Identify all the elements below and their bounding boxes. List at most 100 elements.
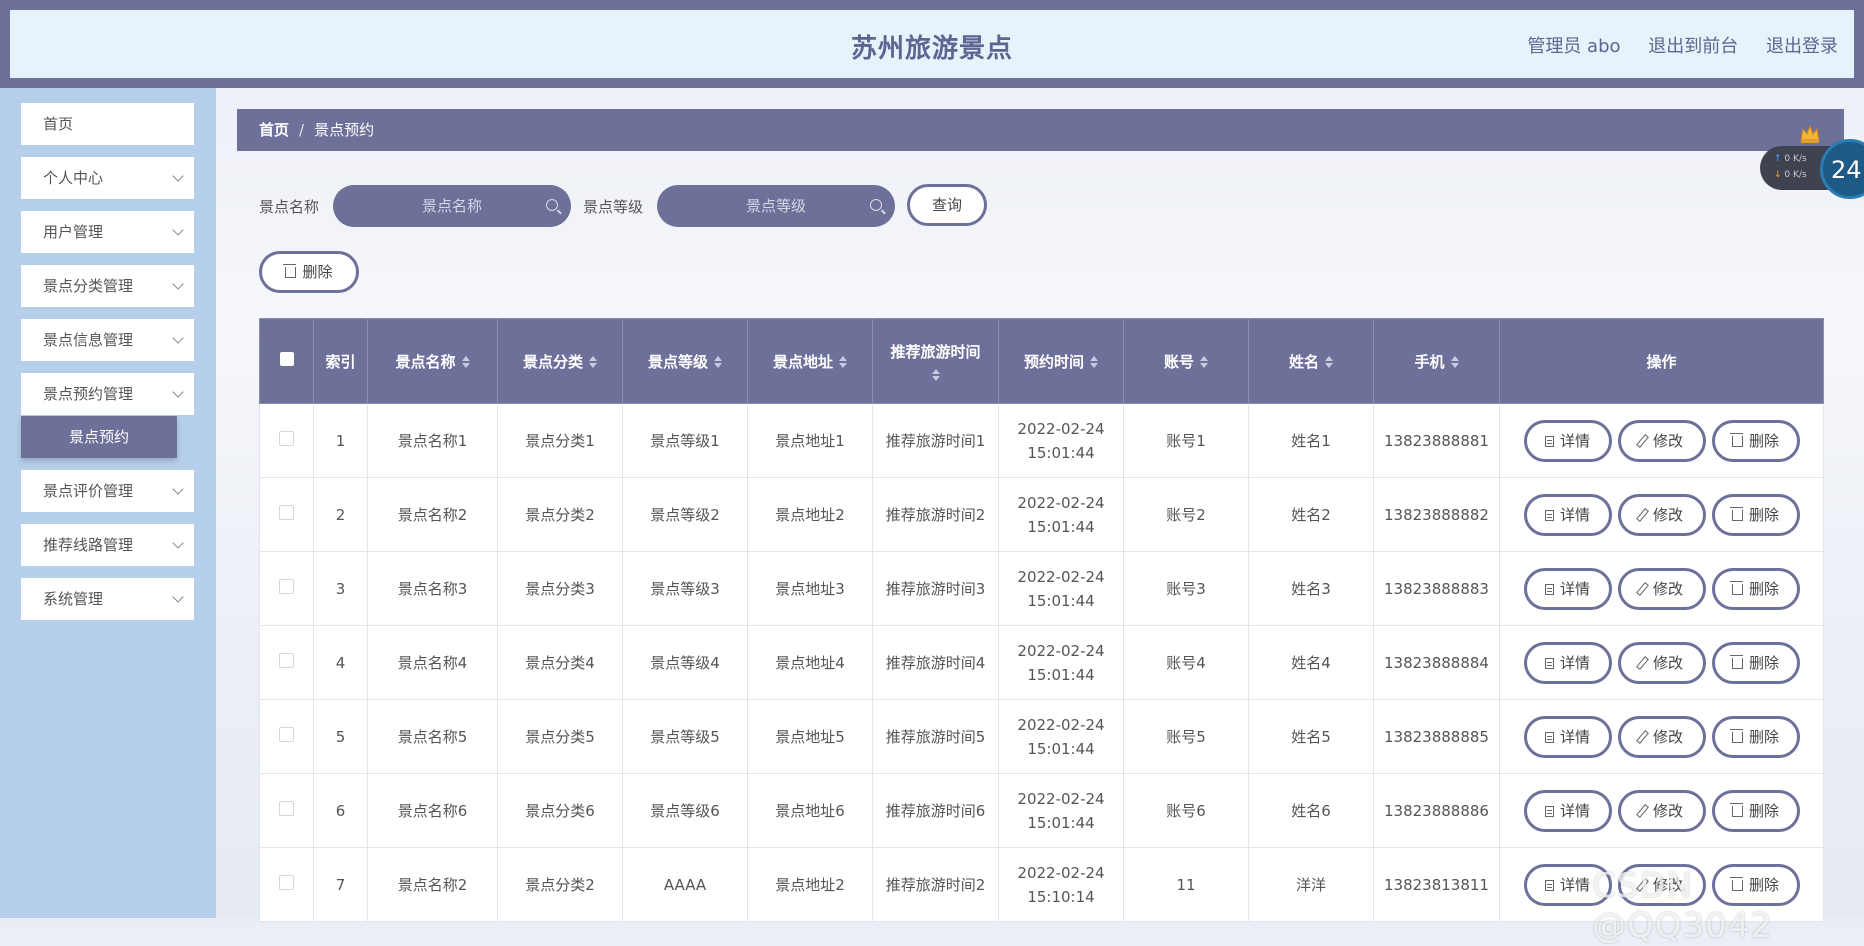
edit-button[interactable]: 修改 bbox=[1617, 789, 1706, 832]
sidebar-item-category-management[interactable]: 景点分类管理 bbox=[21, 265, 194, 307]
cell-level: 景点等级4 bbox=[622, 625, 748, 700]
level-search-input[interactable] bbox=[657, 185, 895, 227]
edit-icon bbox=[1636, 433, 1649, 448]
select-all-cell[interactable] bbox=[259, 318, 314, 404]
edit-button[interactable]: 修改 bbox=[1617, 641, 1706, 684]
sidebar-item-info-management[interactable]: 景点信息管理 bbox=[21, 319, 194, 361]
chevron-down-icon bbox=[172, 591, 184, 603]
cell-category: 景点分类5 bbox=[497, 699, 623, 774]
breadcrumb-home[interactable]: 首页 bbox=[259, 121, 289, 139]
edit-button[interactable]: 修改 bbox=[1617, 567, 1706, 610]
chevron-down-icon bbox=[172, 224, 184, 236]
header-booking-time[interactable]: 预约时间 bbox=[998, 318, 1124, 404]
row-checkbox[interactable] bbox=[279, 874, 294, 890]
bulk-delete-button[interactable]: 删除 bbox=[259, 251, 359, 293]
sort-icon[interactable] bbox=[714, 356, 722, 368]
table-header-row: 索引 景点名称 景点分类 景点等级 景点地址 推荐旅游时间 预约时间 账号 姓名… bbox=[259, 318, 1824, 404]
row-select-cell[interactable] bbox=[259, 551, 314, 626]
edit-icon bbox=[1636, 803, 1649, 818]
chevron-down-icon bbox=[172, 278, 184, 290]
breadcrumb-current: 景点预约 bbox=[314, 121, 375, 139]
sort-icon[interactable] bbox=[1450, 356, 1459, 368]
header-name[interactable]: 景点名称 bbox=[367, 318, 498, 404]
edit-button[interactable]: 修改 bbox=[1617, 419, 1706, 462]
sidebar-item-route-management[interactable]: 推荐线路管理 bbox=[21, 524, 194, 566]
sidebar: 首页 个人中心 用户管理 景点分类管理 景点信息管理 景点预约管理 景点预约 景… bbox=[0, 88, 216, 918]
edit-button[interactable]: 修改 bbox=[1617, 715, 1706, 758]
row-select-cell[interactable] bbox=[259, 477, 314, 552]
detail-button[interactable]: 详情 bbox=[1523, 789, 1612, 832]
cell-level: 景点等级2 bbox=[622, 477, 748, 552]
back-to-front-link[interactable]: 退出到前台 bbox=[1648, 36, 1738, 57]
sort-icon[interactable] bbox=[839, 356, 847, 368]
row-checkbox[interactable] bbox=[279, 430, 294, 446]
sidebar-item-label: 系统管理 bbox=[43, 590, 104, 608]
row-select-cell[interactable] bbox=[259, 403, 314, 478]
sort-icon[interactable] bbox=[931, 368, 940, 381]
select-all-checkbox[interactable] bbox=[279, 352, 294, 366]
booking-table: 索引 景点名称 景点分类 景点等级 景点地址 推荐旅游时间 预约时间 账号 姓名… bbox=[259, 318, 1824, 922]
sort-icon[interactable] bbox=[1090, 356, 1098, 368]
document-icon bbox=[1544, 879, 1554, 891]
cell-person: 洋洋 bbox=[1248, 847, 1374, 922]
header-name-label: 景点名称 bbox=[395, 352, 456, 371]
detail-button[interactable]: 详情 bbox=[1523, 641, 1612, 684]
detail-button[interactable]: 详情 bbox=[1523, 715, 1612, 758]
header-level[interactable]: 景点等级 bbox=[622, 318, 748, 404]
delete-button[interactable]: 删除 bbox=[1711, 493, 1800, 536]
row-checkbox[interactable] bbox=[279, 800, 294, 816]
sidebar-item-home[interactable]: 首页 bbox=[21, 103, 194, 145]
detail-button-label: 详情 bbox=[1559, 728, 1590, 746]
cell-booking-time: 2022-02-24 15:01:44 bbox=[998, 477, 1124, 552]
detail-button[interactable]: 详情 bbox=[1523, 493, 1612, 536]
header-address[interactable]: 景点地址 bbox=[747, 318, 873, 404]
delete-button[interactable]: 删除 bbox=[1711, 567, 1800, 610]
row-select-cell[interactable] bbox=[259, 699, 314, 774]
row-actions: 详情 修改 删除 bbox=[1499, 551, 1824, 626]
detail-button[interactable]: 详情 bbox=[1523, 419, 1612, 462]
chevron-down-icon bbox=[172, 483, 184, 495]
sort-icon[interactable] bbox=[461, 356, 470, 368]
sort-icon[interactable] bbox=[1200, 356, 1208, 368]
cell-person: 姓名4 bbox=[1248, 625, 1374, 700]
header-person[interactable]: 姓名 bbox=[1248, 318, 1374, 404]
query-button[interactable]: 查询 bbox=[907, 184, 987, 226]
detail-button[interactable]: 详情 bbox=[1523, 567, 1612, 610]
trash-icon bbox=[1729, 728, 1743, 743]
table-row: 3 景点名称3 景点分类3 景点等级3 景点地址3 推荐旅游时间3 2022-02-24 1… bbox=[259, 551, 1824, 626]
sidebar-item-user-management[interactable]: 用户管理 bbox=[21, 211, 194, 253]
document-icon bbox=[1544, 509, 1554, 521]
row-select-cell[interactable] bbox=[259, 847, 314, 922]
cell-category: 景点分类2 bbox=[497, 847, 623, 922]
edit-button[interactable]: 修改 bbox=[1617, 493, 1706, 536]
search-icon bbox=[546, 199, 558, 211]
header-recommend-time[interactable]: 推荐旅游时间 bbox=[872, 318, 999, 404]
sidebar-item-label: 景点预约管理 bbox=[43, 385, 134, 403]
header-address-label: 景点地址 bbox=[772, 352, 833, 371]
header-account[interactable]: 账号 bbox=[1123, 318, 1249, 404]
sidebar-item-personal-center[interactable]: 个人中心 bbox=[21, 157, 194, 199]
row-checkbox[interactable] bbox=[279, 726, 294, 742]
delete-button[interactable]: 删除 bbox=[1711, 715, 1800, 758]
row-select-cell[interactable] bbox=[259, 773, 314, 848]
row-actions: 详情 修改 删除 bbox=[1499, 699, 1824, 774]
row-checkbox[interactable] bbox=[279, 504, 294, 520]
delete-button[interactable]: 删除 bbox=[1711, 419, 1800, 462]
sort-icon[interactable] bbox=[1325, 356, 1333, 368]
logout-link[interactable]: 退出登录 bbox=[1766, 36, 1838, 57]
sidebar-item-booking-management[interactable]: 景点预约管理 bbox=[21, 373, 194, 415]
header-category[interactable]: 景点分类 bbox=[497, 318, 623, 404]
sidebar-subitem-booking[interactable]: 景点预约 bbox=[21, 416, 177, 458]
delete-button[interactable]: 删除 bbox=[1711, 789, 1800, 832]
row-checkbox[interactable] bbox=[279, 652, 294, 668]
row-select-cell[interactable] bbox=[259, 625, 314, 700]
header-phone[interactable]: 手机 bbox=[1373, 318, 1500, 404]
sidebar-item-system-management[interactable]: 系统管理 bbox=[21, 578, 194, 620]
name-search-input[interactable] bbox=[333, 185, 571, 227]
sidebar-item-review-management[interactable]: 景点评价管理 bbox=[21, 470, 194, 512]
sort-icon[interactable] bbox=[589, 356, 597, 368]
edit-icon bbox=[1636, 581, 1649, 596]
table-row: 6 景点名称6 景点分类6 景点等级6 景点地址6 推荐旅游时间6 2022-02-24 1… bbox=[259, 773, 1824, 848]
row-checkbox[interactable] bbox=[279, 578, 294, 594]
delete-button[interactable]: 删除 bbox=[1711, 641, 1800, 684]
